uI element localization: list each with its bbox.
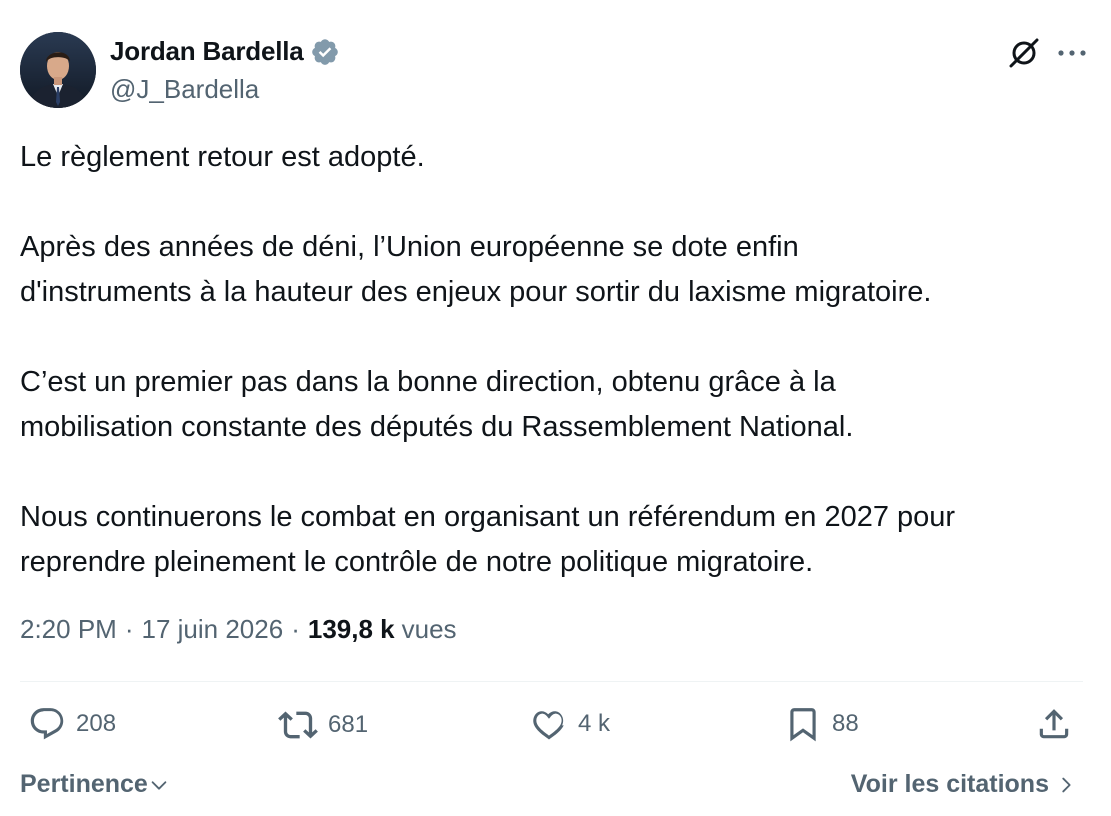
repost-icon (278, 711, 318, 739)
quotes-label: Voir les citations (850, 770, 1049, 798)
view-quotes-link[interactable]: Voir les citations (851, 770, 1077, 799)
repost-button[interactable]: 681 (278, 705, 368, 745)
tweet-paragraph: C’est un premier pas dans la bonne direc… (20, 366, 854, 443)
grok-icon[interactable] (1007, 36, 1041, 70)
author-name[interactable]: Jordan Bardella (110, 36, 304, 67)
more-options-icon[interactable] (1057, 48, 1087, 58)
action-bar: 208 681 4 k 88 (28, 705, 1083, 751)
tweet-meta: 2:20 PM · 17 juin 2026 · 139,8 k vues (20, 614, 457, 645)
like-count: 4 k (578, 710, 611, 737)
tweet-text: Le règlement retour est adopté. Après de… (20, 135, 1090, 630)
views-label: vues (401, 614, 457, 644)
share-button[interactable] (1035, 705, 1083, 743)
reply-button[interactable]: 208 (28, 705, 116, 743)
repost-count: 681 (328, 711, 369, 738)
tweet-date[interactable]: 17 juin 2026 (142, 614, 284, 645)
bookmark-count: 88 (832, 710, 859, 737)
author-handle[interactable]: @J_Bardella (110, 74, 259, 105)
bookmark-button[interactable]: 88 (784, 705, 859, 743)
tweet-time[interactable]: 2:20 PM (20, 614, 117, 645)
sort-label: Pertinence (20, 770, 148, 798)
meta-separator: · (124, 614, 134, 644)
divider (20, 681, 1083, 682)
bookmark-icon (790, 708, 816, 742)
share-icon (1039, 709, 1069, 739)
reply-count: 208 (76, 710, 117, 737)
tweet-paragraph: Le règlement retour est adopté. (20, 141, 425, 173)
tweet-paragraph: Nous continuerons le combat en organisan… (20, 501, 956, 578)
avatar[interactable] (20, 32, 96, 108)
verified-badge-icon[interactable] (310, 37, 340, 67)
tweet-header: Jordan Bardella @J_Bardella (20, 32, 1087, 112)
heart-icon (533, 711, 564, 740)
tweet-paragraph: Après des années de déni, l’Union europé… (20, 231, 932, 308)
sort-dropdown[interactable]: Pertinence (20, 770, 170, 799)
like-button[interactable]: 4 k (530, 705, 610, 743)
views-count[interactable]: 139,8 k (308, 614, 395, 645)
chevron-down-icon (151, 780, 167, 790)
reply-icon (30, 708, 64, 740)
replies-toolbar: Pertinence Voir les citations (20, 770, 1077, 806)
meta-separator: · (291, 614, 300, 644)
chevron-right-icon (1062, 777, 1071, 792)
